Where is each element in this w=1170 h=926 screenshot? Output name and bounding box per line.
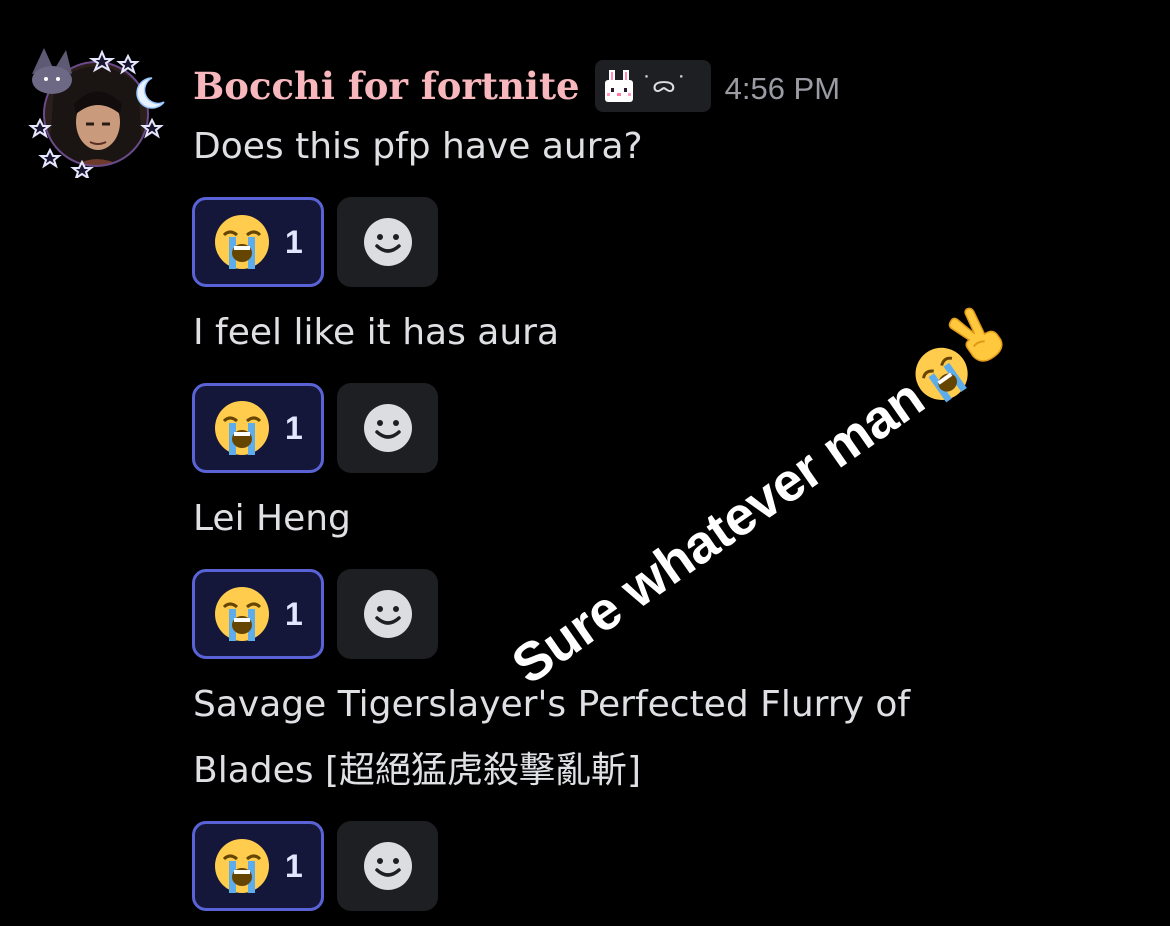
reaction-crying[interactable]: 1 bbox=[192, 569, 324, 659]
reactions-row: 1 bbox=[192, 569, 438, 659]
message-text: I feel like it has aura bbox=[193, 312, 560, 353]
reactions-row: 1 bbox=[192, 383, 438, 473]
reaction-count: 1 bbox=[285, 223, 303, 260]
svg-text:˙ᯅ˙: ˙ᯅ˙ bbox=[641, 73, 687, 98]
message-header: Bocchi for fortnite ˙ᯅ˙ 4:56 PM bbox=[193, 58, 840, 114]
add-reaction-button[interactable] bbox=[337, 197, 438, 287]
loudly-crying-face-icon bbox=[215, 587, 269, 641]
server-tag[interactable]: ˙ᯅ˙ bbox=[594, 60, 711, 112]
message-text: Does this pfp have aura? bbox=[193, 126, 643, 167]
avatar-image bbox=[28, 48, 165, 178]
smiley-add-reaction-icon bbox=[363, 590, 412, 638]
loudly-crying-face-icon bbox=[215, 839, 269, 893]
overlay-caption: Sure whatever man bbox=[470, 307, 1030, 696]
author-username[interactable]: Bocchi for fortnite bbox=[193, 64, 580, 108]
loudly-crying-face-icon bbox=[215, 401, 269, 455]
smiley-add-reaction-icon bbox=[363, 404, 412, 452]
message-text-line1: Savage Tigerslayer's Perfected Flurry of bbox=[193, 684, 911, 725]
add-reaction-button[interactable] bbox=[337, 821, 438, 911]
overlay-caption-text: Sure whatever man bbox=[501, 367, 935, 696]
reaction-crying[interactable]: 1 bbox=[192, 197, 324, 287]
loudly-crying-face-icon bbox=[915, 347, 968, 403]
avatar[interactable] bbox=[24, 44, 170, 178]
bunny-icon: ˙ᯅ˙ bbox=[604, 70, 687, 102]
reaction-count: 1 bbox=[285, 409, 303, 446]
reaction-count: 1 bbox=[285, 595, 303, 632]
message-text: Lei Heng bbox=[193, 498, 351, 539]
reactions-row: 1 bbox=[192, 821, 438, 911]
reaction-crying[interactable]: 1 bbox=[192, 383, 324, 473]
victory-hand-icon bbox=[948, 307, 1003, 362]
message-text-line2: Blades [超絕猛虎殺擊亂斬] bbox=[193, 750, 642, 791]
reaction-count: 1 bbox=[285, 847, 303, 884]
reaction-crying[interactable]: 1 bbox=[192, 821, 324, 911]
add-reaction-button[interactable] bbox=[337, 569, 438, 659]
loudly-crying-face-icon bbox=[215, 215, 269, 269]
add-reaction-button[interactable] bbox=[337, 383, 438, 473]
smiley-add-reaction-icon bbox=[363, 218, 412, 266]
message-timestamp: 4:56 PM bbox=[724, 71, 841, 106]
smiley-add-reaction-icon bbox=[363, 842, 412, 890]
reactions-row: 1 bbox=[192, 197, 438, 287]
